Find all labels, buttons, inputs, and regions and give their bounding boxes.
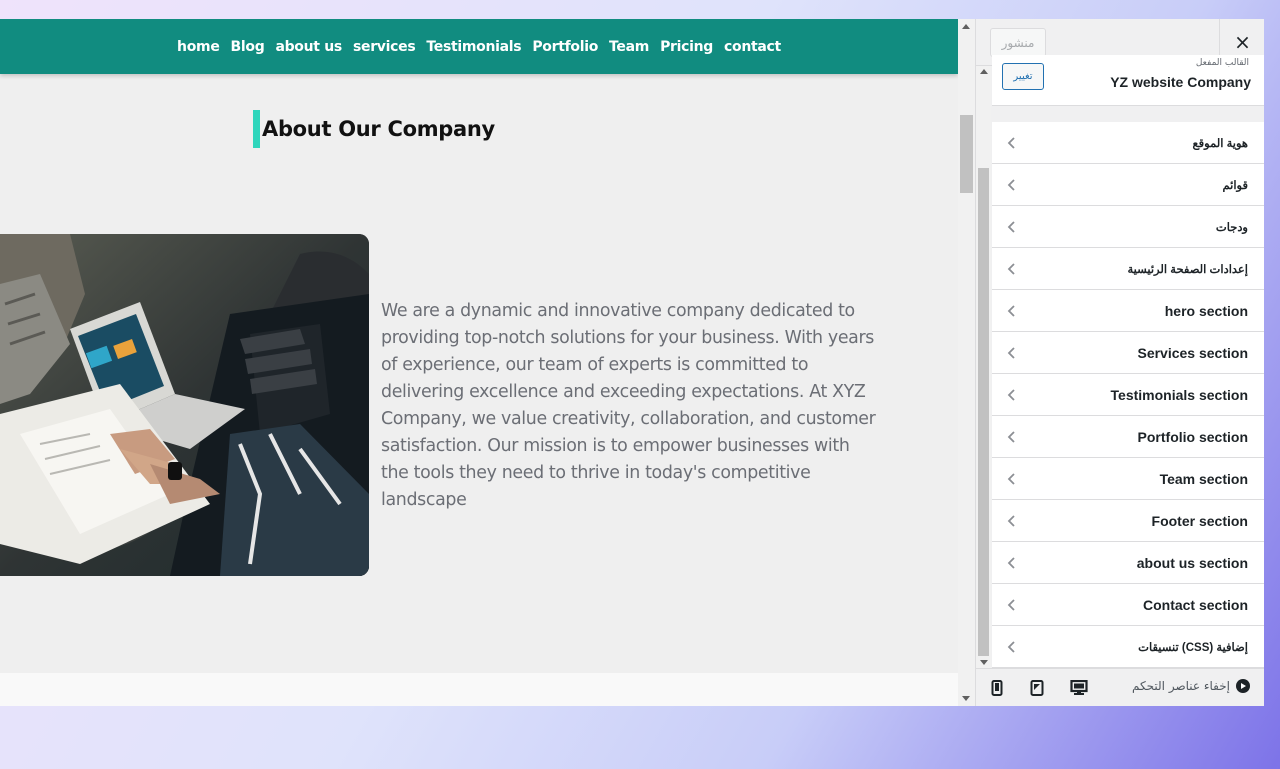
site-navigation: home Blog about us services Testimonials Port… xyxy=(0,19,958,74)
mobile-icon[interactable] xyxy=(991,680,1003,700)
scroll-up-arrow-icon[interactable] xyxy=(962,24,970,29)
desktop-icon[interactable] xyxy=(1070,679,1088,700)
customizer-section-label: Footer section xyxy=(1151,512,1248,529)
about-paragraph: We are a dynamic and innovative company … xyxy=(381,301,876,510)
nav-link-about-us[interactable]: about us xyxy=(275,39,342,55)
chevron-left-icon xyxy=(1007,137,1015,149)
chevron-left-icon xyxy=(1007,641,1015,653)
site-preview: home Blog about us services Testimonials Port… xyxy=(0,19,958,706)
customizer-section-label: Team section xyxy=(1159,470,1248,487)
customizer-section-item[interactable]: Contact section xyxy=(992,584,1264,626)
hide-controls-button[interactable]: إخفاء عناصر التحكم xyxy=(1132,679,1250,693)
chevron-left-icon xyxy=(1007,389,1015,401)
customizer-panel: منشور × القالب المفعل YZ website Company… xyxy=(975,19,1264,706)
nav-link-blog[interactable]: Blog xyxy=(231,39,265,55)
collapse-sidebar-icon xyxy=(1236,679,1250,693)
customizer-section-item[interactable]: Footer section xyxy=(992,500,1264,542)
preview-scroll-thumb[interactable] xyxy=(960,115,973,193)
customizer-section-item[interactable]: hero section xyxy=(992,290,1264,332)
preview-scrollbar[interactable] xyxy=(958,19,975,706)
customizer-section-label: about us section xyxy=(1136,554,1248,571)
customizer-section-item[interactable]: about us section xyxy=(992,542,1264,584)
about-image xyxy=(0,234,369,576)
hide-controls-label: إخفاء عناصر التحكم xyxy=(1132,679,1230,693)
nav-link-team[interactable]: Team xyxy=(609,39,649,55)
active-theme-label: القالب المفعل xyxy=(1195,58,1249,68)
customizer-scrollbar[interactable] xyxy=(976,66,991,668)
scroll-up-arrow-icon[interactable] xyxy=(980,69,988,74)
chevron-left-icon xyxy=(1007,221,1015,233)
active-theme-info: القالب المفعل YZ website Company تغيير xyxy=(992,55,1264,106)
preview-footer-strip xyxy=(0,673,958,706)
scroll-down-arrow-icon[interactable] xyxy=(980,660,988,665)
nav-link-pricing[interactable]: Pricing xyxy=(660,39,713,55)
customizer-section-item[interactable]: قوائم xyxy=(992,164,1264,206)
active-theme-name: YZ website Company xyxy=(1110,74,1251,90)
chevron-left-icon xyxy=(1007,515,1015,527)
chevron-left-icon xyxy=(1007,557,1015,569)
customizer-section-item[interactable]: ودجات xyxy=(992,206,1264,248)
customizer-section-label: هوية الموقع xyxy=(1192,137,1248,150)
chevron-left-icon xyxy=(1007,431,1015,443)
nav-link-services[interactable]: services xyxy=(353,39,416,55)
customizer-section-item[interactable]: تنسيقات (CSS) إضافية xyxy=(992,626,1264,668)
customizer-section-label: Portfolio section xyxy=(1137,428,1248,445)
chevron-left-icon xyxy=(1007,263,1015,275)
change-theme-button[interactable]: تغيير xyxy=(1002,63,1044,90)
customizer-section-label: hero section xyxy=(1164,302,1248,319)
customizer-section-label: Services section xyxy=(1137,344,1248,361)
about-heading: About Our Company xyxy=(253,110,495,148)
chevron-left-icon xyxy=(1007,305,1015,317)
customizer-section-item[interactable]: Testimonials section xyxy=(992,374,1264,416)
customizer-section-label: قوائم xyxy=(1222,179,1249,192)
scroll-down-arrow-icon[interactable] xyxy=(962,696,970,701)
customizer-section-label: Contact section xyxy=(1142,596,1248,613)
chevron-left-icon xyxy=(1007,473,1015,485)
customizer-section-item[interactable]: Team section xyxy=(992,458,1264,500)
customizer-footer: إخفاء عناصر التحكم xyxy=(976,668,1264,706)
chevron-left-icon xyxy=(1007,347,1015,359)
customizer-section-item[interactable]: Portfolio section xyxy=(992,416,1264,458)
customizer-section-list: هوية الموقع قوائم ودجات إعدادات الصفحة الرئ… xyxy=(992,122,1264,668)
customizer-section-label: ودجات xyxy=(1215,221,1248,234)
customizer-section-item[interactable]: إعدادات الصفحة الرئيسية xyxy=(992,248,1264,290)
nav-link-testimonials[interactable]: Testimonials xyxy=(426,39,521,55)
customizer-section-label: Testimonials section xyxy=(1110,386,1248,403)
customizer-section-item[interactable]: Services section xyxy=(992,332,1264,374)
publish-button[interactable]: منشور xyxy=(990,28,1046,57)
customizer-section-label: إعدادات الصفحة الرئيسية xyxy=(1127,263,1248,276)
customizer-section-label: تنسيقات (CSS) إضافية xyxy=(1138,641,1248,654)
chevron-left-icon xyxy=(1007,599,1015,611)
nav-link-home[interactable]: home xyxy=(177,39,220,55)
tablet-icon[interactable] xyxy=(1030,680,1044,700)
customizer-scroll-thumb[interactable] xyxy=(978,168,989,656)
customizer-section-item[interactable]: هوية الموقع xyxy=(992,122,1264,164)
nav-link-portfolio[interactable]: Portfolio xyxy=(532,39,598,55)
chevron-left-icon xyxy=(1007,179,1015,191)
nav-link-contact[interactable]: contact xyxy=(724,39,781,55)
